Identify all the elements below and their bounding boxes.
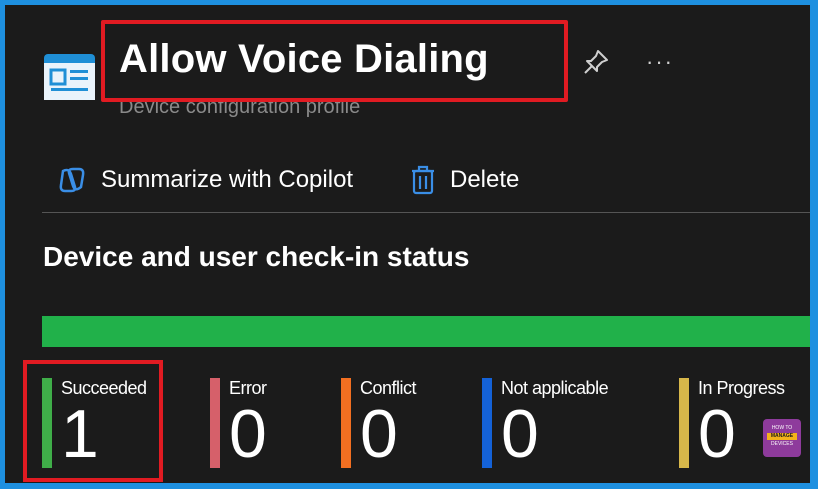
title-highlight-box — [101, 20, 568, 102]
progress-fill — [42, 316, 810, 347]
watermark-top: HOW TO — [771, 425, 793, 431]
watermark-bottom: DEVICES — [771, 441, 793, 447]
section-title: Device and user check-in status — [43, 241, 470, 272]
watermark-middle: MANAGE — [767, 433, 797, 440]
stat-color-bar — [341, 378, 351, 468]
pin-icon[interactable] — [581, 47, 611, 77]
app-frame: Device configuration profile Allow Voice… — [5, 5, 810, 483]
profile-card-icon — [44, 54, 95, 100]
stat-color-bar — [679, 378, 689, 468]
watermark-logo: HOW TO MANAGE DEVICES — [763, 419, 801, 457]
delete-button[interactable]: Delete — [410, 163, 519, 197]
summarize-copilot-button[interactable]: Summarize with Copilot — [57, 163, 353, 197]
succeeded-highlight-box — [23, 360, 163, 482]
stat-color-bar — [482, 378, 492, 468]
trash-icon — [412, 165, 434, 195]
delete-label: Delete — [450, 166, 520, 193]
toolbar-divider — [42, 212, 810, 213]
stat-value: 0 — [360, 396, 398, 472]
stat-value: 0 — [229, 396, 267, 472]
stat-color-bar — [210, 378, 220, 468]
copilot-icon — [59, 167, 85, 193]
stat-value: 0 — [698, 396, 736, 472]
stat-value: 0 — [501, 396, 539, 472]
summarize-copilot-label: Summarize with Copilot — [101, 166, 354, 193]
checkin-progress-bar — [42, 316, 810, 347]
more-options-icon[interactable]: ··· — [646, 49, 674, 75]
